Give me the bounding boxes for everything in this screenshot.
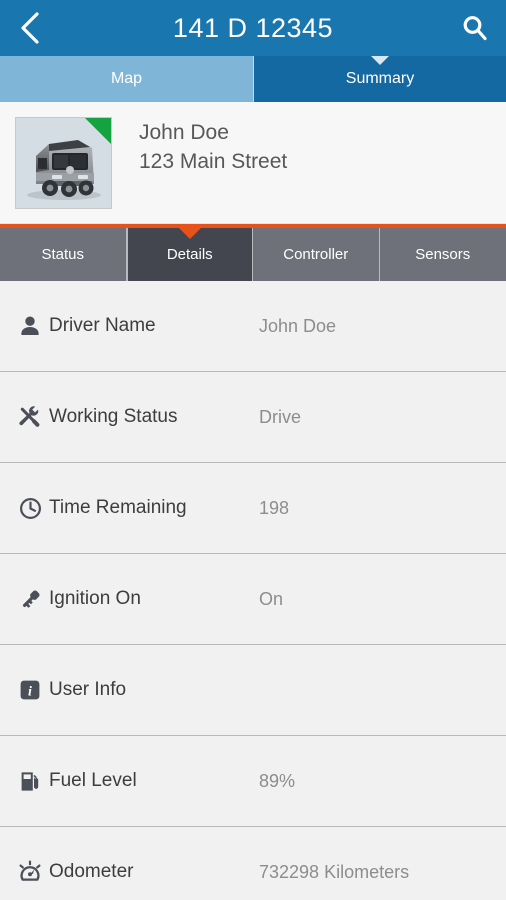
tools-icon bbox=[14, 405, 46, 429]
key-icon bbox=[14, 588, 46, 611]
app-header: 141 D 12345 bbox=[0, 0, 506, 56]
vehicle-info-text: John Doe 123 Main Street bbox=[112, 117, 287, 176]
row-label: Odometer bbox=[49, 861, 134, 882]
row-label: Time Remaining bbox=[49, 497, 187, 518]
vehicle-info-card[interactable]: John Doe 123 Main Street bbox=[0, 102, 506, 224]
tab-map-label: Map bbox=[110, 70, 143, 87]
chevron-left-icon bbox=[18, 11, 42, 45]
tab-summary-label: Summary bbox=[345, 70, 415, 87]
odometer-icon bbox=[14, 860, 46, 884]
row-value: John Doe bbox=[259, 315, 337, 336]
status-corner-badge bbox=[85, 118, 111, 144]
tab-controller-label: Controller bbox=[283, 246, 349, 263]
tab-sensors-label: Sensors bbox=[415, 246, 471, 263]
row-value: 198 bbox=[259, 497, 290, 518]
table-row[interactable]: Driver Name John Doe bbox=[0, 281, 506, 372]
row-label: Driver Name bbox=[49, 315, 156, 336]
tab-status[interactable]: Status bbox=[0, 228, 127, 281]
tab-summary[interactable]: Summary bbox=[253, 56, 506, 102]
row-value: Drive bbox=[259, 406, 302, 427]
row-label: Fuel Level bbox=[49, 770, 137, 791]
table-row[interactable]: Fuel Level 89% bbox=[0, 736, 506, 827]
tab-controller[interactable]: Controller bbox=[253, 228, 380, 281]
tab-details-label: Details bbox=[166, 246, 213, 263]
address-text: 123 Main Street bbox=[139, 150, 288, 173]
search-button[interactable] bbox=[444, 0, 506, 56]
table-row[interactable]: i User Info bbox=[0, 645, 506, 736]
secondary-tab-bar: Status Details Controller Sensors bbox=[0, 224, 506, 281]
person-icon bbox=[14, 315, 46, 337]
row-value: 89% bbox=[259, 770, 296, 791]
table-row[interactable]: Working Status Drive bbox=[0, 372, 506, 463]
tab-map[interactable]: Map bbox=[0, 56, 253, 102]
tab-status-label: Status bbox=[41, 246, 85, 263]
tab-sensors[interactable]: Sensors bbox=[379, 228, 506, 281]
info-icon: i bbox=[14, 679, 46, 701]
row-label: Working Status bbox=[49, 406, 178, 427]
row-value: On bbox=[259, 588, 284, 609]
driver-name-heading: John Doe bbox=[139, 121, 229, 144]
table-row[interactable]: Ignition On On bbox=[0, 554, 506, 645]
table-row[interactable]: Odometer 732298 Kilometers bbox=[0, 827, 506, 900]
details-list: Driver Name John Doe Working Status Driv… bbox=[0, 281, 506, 900]
fuel-pump-icon bbox=[14, 770, 46, 793]
tab-details[interactable]: Details bbox=[126, 228, 253, 281]
clock-icon bbox=[14, 497, 46, 520]
vehicle-thumbnail[interactable] bbox=[15, 117, 112, 209]
vehicle-details-screen: 141 D 12345 Map Summary John Doe 123 Mai… bbox=[0, 0, 506, 900]
svg-text:i: i bbox=[28, 684, 32, 699]
back-button[interactable] bbox=[0, 0, 60, 56]
row-label: Ignition On bbox=[49, 588, 141, 609]
primary-tab-bar: Map Summary bbox=[0, 56, 506, 102]
table-row[interactable]: Time Remaining 198 bbox=[0, 463, 506, 554]
row-value: 732298 Kilometers bbox=[259, 861, 410, 882]
search-icon bbox=[461, 14, 489, 42]
page-title: 141 D 12345 bbox=[172, 13, 334, 43]
row-label: User Info bbox=[49, 679, 127, 700]
